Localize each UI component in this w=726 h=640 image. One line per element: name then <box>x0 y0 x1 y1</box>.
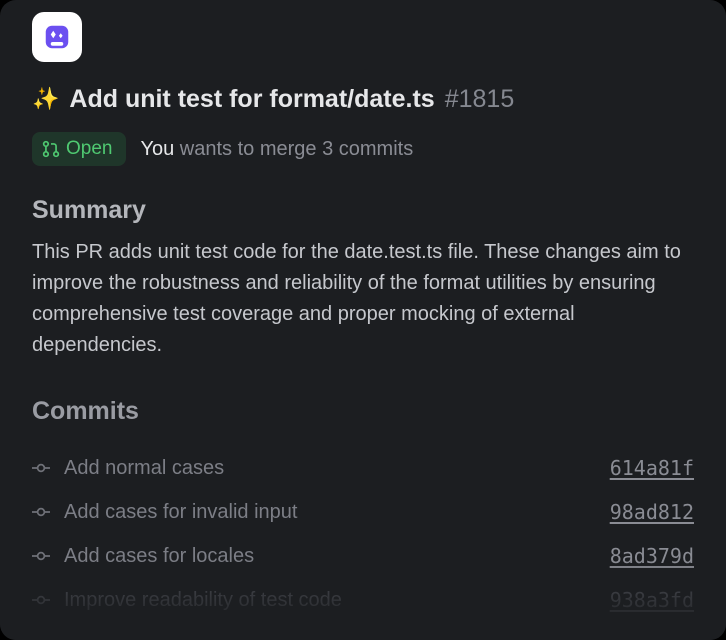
git-commit-icon <box>32 459 50 477</box>
summary-body: This PR adds unit test code for the date… <box>32 237 694 361</box>
sparkle-icon: ✨ <box>32 88 59 110</box>
author-label[interactable]: You <box>140 138 174 160</box>
commit-message: Improve readability of test code <box>64 589 596 612</box>
commit-hash-link[interactable]: 614a81f <box>610 456 694 480</box>
commit-hash-link[interactable]: 8ad379d <box>610 544 694 568</box>
commit-row[interactable]: Add normal cases 614a81f <box>32 446 694 490</box>
status-label: Open <box>66 138 112 160</box>
git-commit-icon <box>32 547 50 565</box>
commit-row[interactable]: Add cases for locales 8ad379d <box>32 534 694 578</box>
status-row: Open You wants to merge 3 commits <box>32 132 694 166</box>
pr-number[interactable]: #1815 <box>445 85 515 114</box>
status-badge-open[interactable]: Open <box>32 132 126 166</box>
pr-card: ✨ Add unit test for format/date.ts #1815… <box>0 0 726 640</box>
pr-title: Add unit test for format/date.ts <box>69 84 434 114</box>
commit-hash-link[interactable]: 938a3fd <box>610 588 694 612</box>
commit-row[interactable]: Improve readability of test code 938a3fd <box>32 578 694 622</box>
merge-description: You wants to merge 3 commits <box>140 138 413 161</box>
app-avatar <box>32 12 82 62</box>
merge-tail: wants to merge 3 commits <box>180 138 413 160</box>
commits-heading: Commits <box>32 397 694 426</box>
pr-title-row: ✨ Add unit test for format/date.ts #1815 <box>32 84 694 114</box>
git-commit-icon <box>32 503 50 521</box>
commit-message: Add normal cases <box>64 457 596 480</box>
commit-message: Add cases for locales <box>64 545 596 568</box>
commit-hash-link[interactable]: 98ad812 <box>610 500 694 524</box>
git-commit-icon <box>32 591 50 609</box>
git-pull-request-icon <box>42 140 60 158</box>
commit-message: Add cases for invalid input <box>64 501 596 524</box>
summary-heading: Summary <box>32 196 694 225</box>
commit-row[interactable]: Add cases for invalid input 98ad812 <box>32 490 694 534</box>
